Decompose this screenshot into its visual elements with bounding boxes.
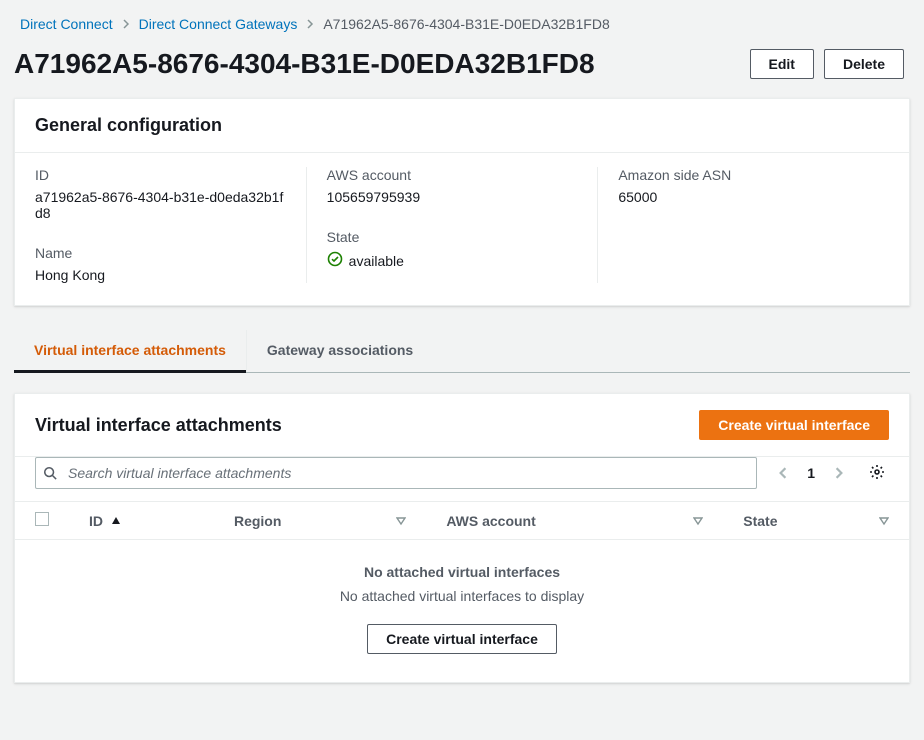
empty-title: No attached virtual interfaces — [15, 564, 909, 580]
breadcrumb: Direct Connect Direct Connect Gateways A… — [0, 0, 924, 40]
kv-id: ID a71962a5-8676-4304-b31e-d0eda32b1fd8 — [35, 167, 286, 221]
name-label: Name — [35, 245, 286, 261]
col-checkbox — [15, 502, 69, 540]
config-col-left: ID a71962a5-8676-4304-b31e-d0eda32b1fd8 … — [35, 167, 306, 283]
chevron-right-icon — [305, 19, 315, 29]
gear-icon — [869, 464, 885, 483]
col-state[interactable]: State — [723, 502, 909, 540]
settings-button[interactable] — [865, 460, 889, 487]
state-label: State — [327, 229, 578, 245]
select-all-checkbox[interactable] — [35, 512, 49, 526]
page-prev-button[interactable] — [773, 463, 793, 483]
sort-asc-icon — [111, 513, 121, 529]
create-vif-button[interactable]: Create virtual interface — [699, 410, 889, 440]
account-value: 105659795939 — [327, 189, 578, 205]
name-value: Hong Kong — [35, 267, 286, 283]
general-config-panel: General configuration ID a71962a5-8676-4… — [14, 98, 910, 306]
config-grid: ID a71962a5-8676-4304-b31e-d0eda32b1fd8 … — [35, 167, 889, 283]
id-value: a71962a5-8676-4304-b31e-d0eda32b1fd8 — [35, 189, 286, 221]
panel-body: ID a71962a5-8676-4304-b31e-d0eda32b1fd8 … — [15, 153, 909, 305]
empty-subtitle: No attached virtual interfaces to displa… — [15, 588, 909, 604]
page-next-button[interactable] — [829, 463, 849, 483]
account-label: AWS account — [327, 167, 578, 183]
tabs: Virtual interface attachments Gateway as… — [14, 330, 910, 373]
delete-button[interactable]: Delete — [824, 49, 904, 79]
state-text: available — [349, 253, 404, 269]
page-title: A71962A5-8676-4304-B31E-D0EDA32B1FD8 — [14, 48, 595, 80]
panel-header: General configuration — [15, 99, 909, 153]
config-col-right: Amazon side ASN 65000 — [597, 167, 889, 283]
kv-name: Name Hong Kong — [35, 245, 286, 283]
panel-title: General configuration — [35, 115, 222, 136]
vif-attachments-panel: Virtual interface attachments Create vir… — [14, 393, 910, 683]
search-icon — [43, 466, 57, 480]
search-wrap — [35, 457, 757, 489]
chevron-right-icon — [121, 19, 131, 29]
search-input[interactable] — [35, 457, 757, 489]
page-header: A71962A5-8676-4304-B31E-D0EDA32B1FD8 Edi… — [0, 40, 924, 98]
page-actions: Edit Delete — [750, 49, 904, 79]
empty-create-vif-button[interactable]: Create virtual interface — [367, 624, 557, 654]
breadcrumb-section[interactable]: Direct Connect Gateways — [139, 16, 298, 32]
vif-table: ID Region — [15, 501, 909, 682]
tab-vif-attachments[interactable]: Virtual interface attachments — [14, 330, 246, 373]
config-col-mid: AWS account 105659795939 State available — [306, 167, 598, 283]
breadcrumb-current: A71962A5-8676-4304-B31E-D0EDA32B1FD8 — [323, 16, 609, 32]
col-state-label: State — [743, 513, 777, 529]
col-account[interactable]: AWS account — [426, 502, 723, 540]
breadcrumb-root[interactable]: Direct Connect — [20, 16, 113, 32]
check-circle-icon — [327, 251, 343, 270]
kv-account: AWS account 105659795939 — [327, 167, 578, 205]
col-id[interactable]: ID — [69, 502, 214, 540]
page-number: 1 — [807, 465, 815, 481]
edit-button[interactable]: Edit — [750, 49, 814, 79]
col-region-label: Region — [234, 513, 281, 529]
asn-value: 65000 — [618, 189, 869, 205]
table-controls: 1 — [15, 457, 909, 501]
kv-state: State available — [327, 229, 578, 270]
col-region[interactable]: Region — [214, 502, 426, 540]
panel-header: Virtual interface attachments Create vir… — [15, 394, 909, 457]
kv-asn: Amazon side ASN 65000 — [618, 167, 869, 205]
col-id-label: ID — [89, 513, 103, 529]
id-label: ID — [35, 167, 286, 183]
state-value: available — [327, 251, 578, 270]
empty-state: No attached virtual interfaces No attach… — [15, 540, 909, 682]
tab-gateway-associations[interactable]: Gateway associations — [246, 330, 433, 372]
filter-icon — [396, 513, 406, 529]
filter-icon — [879, 513, 889, 529]
filter-icon — [693, 513, 703, 529]
pagination: 1 — [773, 463, 849, 483]
asn-label: Amazon side ASN — [618, 167, 869, 183]
col-account-label: AWS account — [446, 513, 535, 529]
panel-title: Virtual interface attachments — [35, 415, 282, 436]
